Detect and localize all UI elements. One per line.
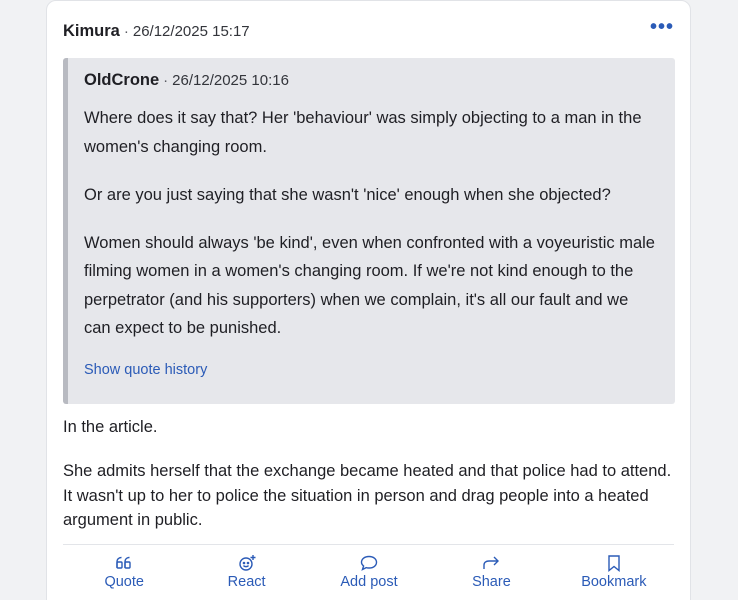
post-body: In the article. She admits herself that … bbox=[63, 415, 673, 552]
react-label: React bbox=[227, 574, 266, 590]
post-author[interactable]: Kimura bbox=[63, 22, 120, 41]
bookmark-icon bbox=[604, 553, 624, 573]
quote-timestamp: 26/12/2025 10:16 bbox=[172, 71, 289, 89]
quote-label: Quote bbox=[104, 574, 144, 590]
divider bbox=[63, 544, 674, 545]
more-options-button[interactable]: ••• bbox=[650, 17, 674, 37]
bookmark-label: Bookmark bbox=[581, 574, 647, 590]
post-header: Kimura · 26/12/2025 15:17 ••• bbox=[63, 17, 674, 42]
quote-author[interactable]: OldCrone bbox=[84, 71, 159, 90]
quote-icon bbox=[114, 553, 134, 573]
add-post-label: Add post bbox=[340, 574, 398, 590]
post-card: Kimura · 26/12/2025 15:17 ••• OldCrone ·… bbox=[46, 0, 691, 600]
quoted-post: OldCrone · 26/12/2025 10:16 Where does i… bbox=[63, 58, 675, 404]
share-button[interactable]: Share bbox=[430, 553, 552, 590]
show-quote-history-link[interactable]: Show quote history bbox=[84, 362, 207, 378]
post-paragraph: She admits herself that the exchange bec… bbox=[63, 462, 672, 529]
share-label: Share bbox=[472, 574, 511, 590]
quote-header: OldCrone · 26/12/2025 10:16 bbox=[84, 70, 659, 90]
quote-separator: · bbox=[163, 71, 169, 89]
header-separator: · bbox=[123, 22, 129, 40]
quote-paragraph: Or are you just saying that she wasn't '… bbox=[84, 185, 611, 204]
post-paragraph: In the article. bbox=[63, 418, 158, 436]
quote-paragraph: Women should always 'be kind', even when… bbox=[84, 233, 655, 338]
share-icon bbox=[481, 553, 501, 573]
quote-body: Where does it say that? Her 'behaviour' … bbox=[84, 104, 659, 343]
react-button[interactable]: React bbox=[185, 553, 307, 590]
post-actions: Quote React Add post Share Bookmark bbox=[63, 553, 675, 590]
react-icon bbox=[237, 553, 257, 573]
bookmark-button[interactable]: Bookmark bbox=[553, 553, 675, 590]
quote-button[interactable]: Quote bbox=[63, 553, 185, 590]
quote-paragraph: Where does it say that? Her 'behaviour' … bbox=[84, 109, 642, 156]
post-timestamp[interactable]: 26/12/2025 15:17 bbox=[133, 23, 250, 40]
add-post-icon bbox=[359, 553, 379, 573]
add-post-button[interactable]: Add post bbox=[308, 553, 430, 590]
